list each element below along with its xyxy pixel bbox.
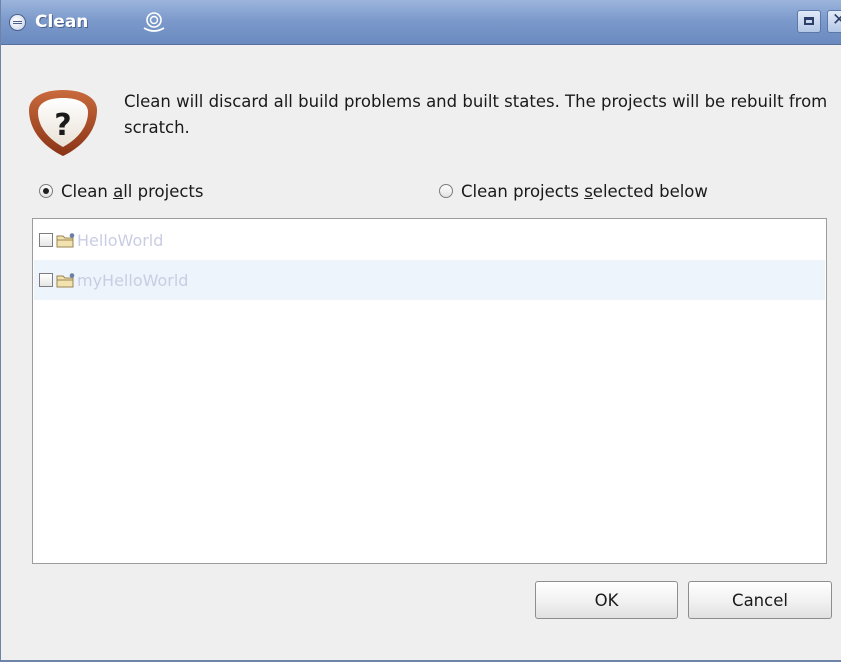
ok-button[interactable]: OK <box>535 581 678 619</box>
project-name: myHelloWorld <box>77 270 189 290</box>
list-item[interactable]: myHelloWorld <box>34 260 825 300</box>
project-folder-icon <box>56 233 75 248</box>
radio-button-selected[interactable] <box>39 184 53 198</box>
label-mnemonic: s <box>584 181 593 201</box>
list-item[interactable]: HelloWorld <box>34 220 825 260</box>
label-suffix: ll projects <box>123 181 204 201</box>
radio-clean-selected-projects[interactable]: Clean projects selected below <box>439 179 708 203</box>
window-title: Clean <box>35 12 89 32</box>
maximize-icon <box>804 17 814 25</box>
swirl-icon <box>143 12 165 32</box>
radio-clean-all-label: Clean all projects <box>61 182 203 201</box>
radio-clean-all-projects[interactable]: Clean all projects <box>39 179 203 203</box>
label-prefix: Clean projects <box>461 181 585 201</box>
label-prefix: Clean <box>61 181 114 201</box>
question-icon: ? <box>29 90 97 156</box>
label-mnemonic: a <box>113 181 124 201</box>
project-folder-icon <box>56 273 75 288</box>
project-name: HelloWorld <box>77 230 164 250</box>
close-icon: ✕ <box>832 10 841 30</box>
project-checkbox[interactable] <box>39 273 53 287</box>
close-button[interactable]: ✕ <box>827 10 841 33</box>
eclipse-icon <box>10 15 25 30</box>
project-checkbox[interactable] <box>39 233 53 247</box>
maximize-button[interactable] <box>797 10 821 33</box>
svg-text:?: ? <box>54 108 71 143</box>
radio-button-unselected[interactable] <box>439 184 453 198</box>
label-suffix: elected below <box>592 181 708 201</box>
project-list[interactable]: HelloWorld myHelloWorld <box>32 218 827 564</box>
clean-dialog: Clean ✕ ? Clean will discard all build p… <box>0 0 841 662</box>
radio-clean-selected-label: Clean projects selected below <box>461 182 708 201</box>
title-bar[interactable]: Clean ✕ <box>1 0 841 45</box>
dialog-message: Clean will discard all build problems an… <box>124 92 828 137</box>
cancel-button[interactable]: Cancel <box>688 581 832 619</box>
